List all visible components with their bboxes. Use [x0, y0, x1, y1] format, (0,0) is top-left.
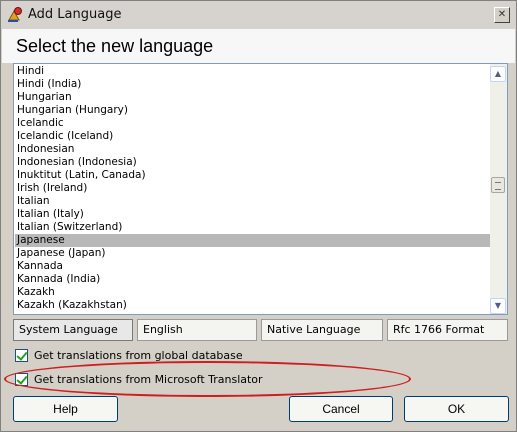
cancel-button[interactable]: Cancel: [289, 396, 393, 422]
window-title: Add Language: [28, 7, 122, 22]
list-item[interactable]: Italian (Italy): [15, 208, 491, 221]
ms-translator-checkbox[interactable]: [15, 373, 28, 386]
page-title: Select the new language: [16, 36, 214, 56]
list-scrollbar[interactable]: ▲ ▼: [490, 64, 507, 314]
list-item[interactable]: Inuktitut (Latin, Canada): [15, 169, 491, 182]
close-icon[interactable]: ✕: [494, 7, 510, 23]
list-item[interactable]: Irish (Ireland): [15, 182, 491, 195]
app-logo-icon: [6, 6, 24, 24]
scroll-thumb[interactable]: [491, 177, 505, 193]
language-list[interactable]: Hindi Hindi (India) Hungarian Hungarian (Hu…: [13, 63, 508, 315]
list-item[interactable]: Hungarian (Hungary): [15, 104, 491, 117]
global-db-label: Get translations from global database: [34, 349, 243, 362]
list-item[interactable]: Kazakh (Kazakhstan): [15, 299, 491, 312]
ok-button[interactable]: OK: [404, 396, 509, 422]
list-item[interactable]: Kannada: [15, 260, 491, 273]
tab-english[interactable]: English: [137, 319, 257, 341]
list-item[interactable]: Italian: [15, 195, 491, 208]
title-bar: Add Language ✕: [1, 1, 516, 29]
ms-translator-label: Get translations from Microsoft Translat…: [34, 373, 263, 386]
list-item[interactable]: Kazakh: [15, 286, 491, 299]
tab-system-language[interactable]: System Language: [13, 319, 133, 341]
list-item[interactable]: Indonesian (Indonesia): [15, 156, 491, 169]
list-item[interactable]: Hindi: [15, 65, 491, 78]
list-item[interactable]: Japanese (Japan): [15, 247, 491, 260]
list-item[interactable]: Indonesian: [15, 143, 491, 156]
scroll-down-icon[interactable]: ▼: [490, 298, 506, 314]
list-item[interactable]: Icelandic: [15, 117, 491, 130]
list-item[interactable]: Hungarian: [15, 91, 491, 104]
tab-rfc-1766-format[interactable]: Rfc 1766 Format: [387, 319, 508, 341]
help-button[interactable]: Help: [13, 396, 118, 422]
language-list-items: Hindi Hindi (India) Hungarian Hungarian (Hu…: [15, 65, 491, 312]
display-mode-tabs: System Language English Native Language …: [13, 319, 508, 341]
list-item[interactable]: Japanese: [15, 234, 491, 247]
header-panel: Select the new language: [2, 29, 515, 63]
global-db-checkbox[interactable]: [15, 349, 28, 362]
list-item[interactable]: Italian (Switzerland): [15, 221, 491, 234]
add-language-dialog: Add Language ✕ Select the new language H…: [0, 0, 517, 432]
scroll-up-icon[interactable]: ▲: [490, 66, 506, 82]
list-item[interactable]: Hindi (India): [15, 78, 491, 91]
list-item[interactable]: Kannada (India): [15, 273, 491, 286]
tab-native-language[interactable]: Native Language: [261, 319, 383, 341]
list-item[interactable]: Icelandic (Iceland): [15, 130, 491, 143]
